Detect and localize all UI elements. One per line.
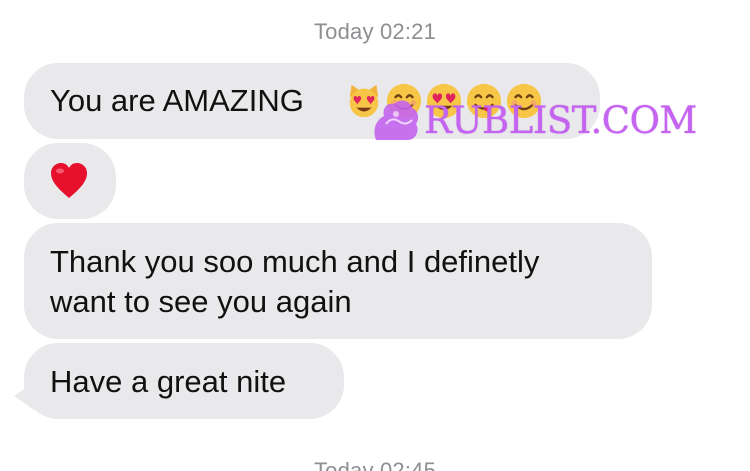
message-bubble[interactable]: Thank you soo much and I definetly want …	[24, 223, 652, 339]
message-bubble[interactable]	[24, 143, 116, 219]
watermark-logo-icon	[368, 90, 428, 150]
red-heart-emoji	[49, 162, 89, 200]
timestamp: Today 02:45	[313, 458, 437, 471]
message-text-line: want to see you again	[50, 284, 352, 319]
watermark: RUBLIST.COM	[368, 88, 697, 152]
watermark-text: RUBLIST.COM	[424, 98, 697, 142]
message-text: Have a great nite	[50, 364, 287, 399]
message-text-line: Thank you soo much and I definetly	[50, 244, 540, 279]
timestamp: Today 02:21	[313, 19, 437, 44]
message-text: You are AMAZING	[50, 83, 304, 118]
message-bubble[interactable]: Have a great nite	[24, 343, 344, 419]
